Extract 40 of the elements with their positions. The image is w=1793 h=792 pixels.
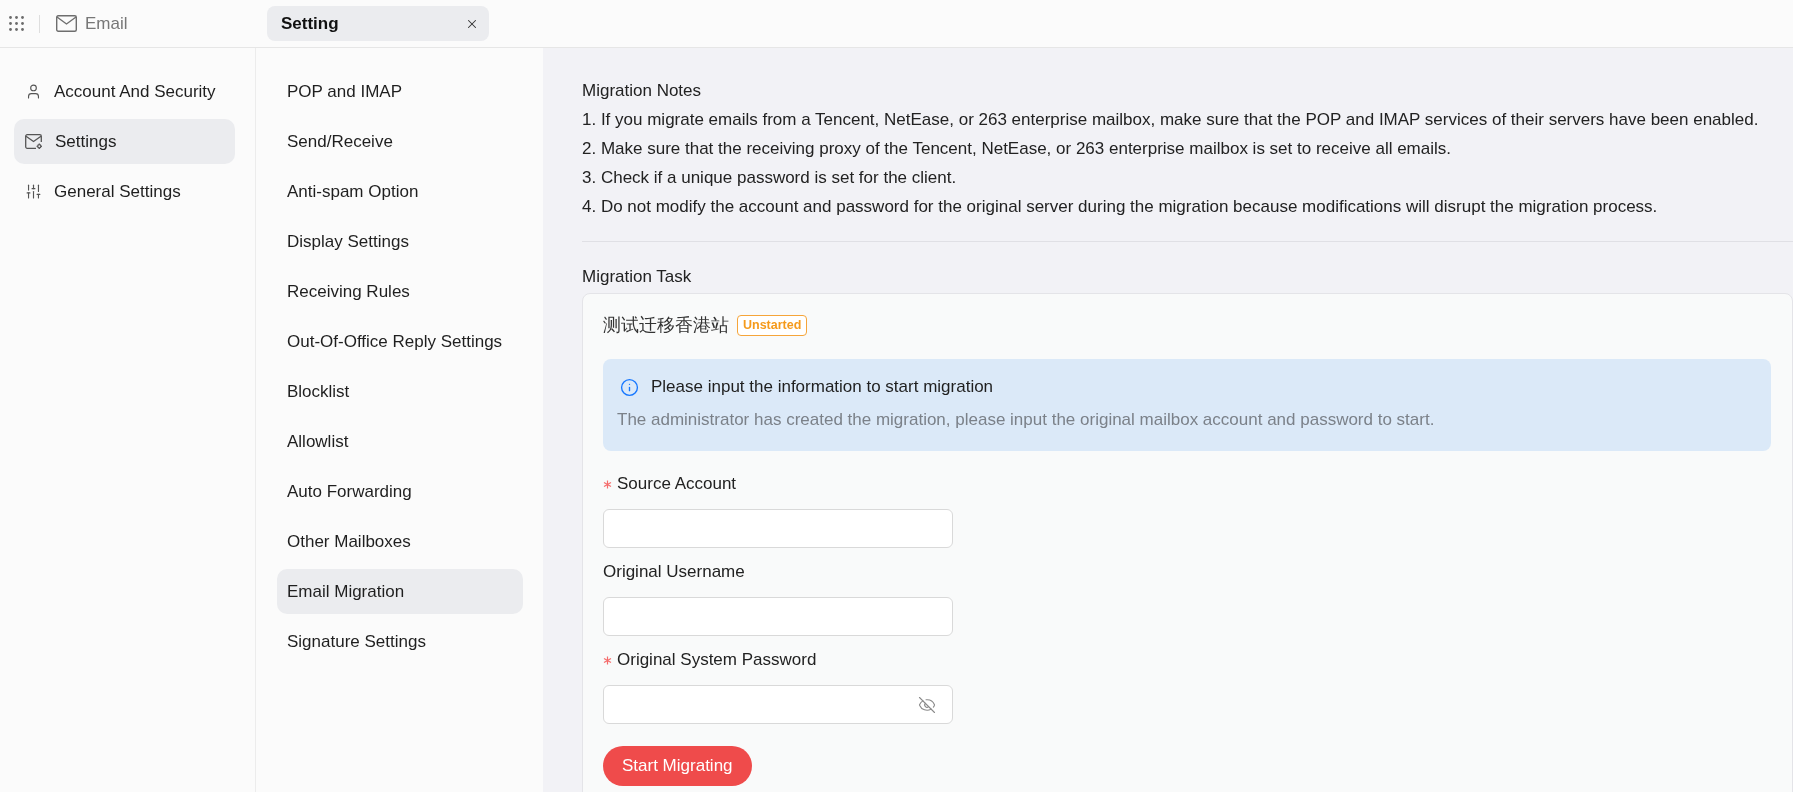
task-section-title: Migration Task (582, 266, 693, 288)
nav-item[interactable]: Account And Security (14, 69, 235, 114)
field-label: Original Username (603, 561, 745, 583)
alert-title: Please input the information to start migration (651, 376, 994, 398)
nav-item[interactable]: Settings (14, 119, 235, 164)
settings-menu-item[interactable]: Signature Settings (277, 619, 523, 664)
sliders-icon (25, 183, 42, 200)
user-icon (25, 83, 42, 100)
mail-gear-icon (25, 133, 43, 150)
mail-icon (56, 15, 77, 32)
notes-title: Migration Notes (582, 80, 703, 102)
eye-off-icon[interactable] (918, 695, 936, 714)
settings-menu-item[interactable]: Other Mailboxes (277, 519, 523, 564)
settings-menu-item[interactable]: Out-Of-Office Reply Settings (277, 319, 523, 364)
note-item: 3. Check if a unique password is set for the client. (582, 167, 958, 189)
settings-menu-item[interactable]: Send/Receive (277, 119, 523, 164)
note-item: 4. Do not modify the account and password for the original server during the migration because modifications will disrupt the migration process. (582, 196, 1659, 218)
alert-description: The administrator has created the migration, please input the original mailbox account and password to start. (617, 409, 1436, 431)
start-migrating-button[interactable]: Start Migrating (603, 746, 752, 786)
settings-menu-item[interactable]: POP and IMAP (277, 69, 523, 114)
settings-menu-item[interactable]: Blocklist (277, 369, 523, 414)
task-name: 测试迁移香港站 (603, 314, 729, 336)
app-title: Email (85, 12, 128, 35)
status-badge: Unstarted (737, 314, 808, 336)
settings-menu-item[interactable]: Receiving Rules (277, 269, 523, 314)
nav-item[interactable]: General Settings (14, 169, 235, 214)
field-label: Source Account (617, 473, 737, 495)
settings-menu-item[interactable]: Email Migration (277, 569, 523, 614)
password-field[interactable] (603, 685, 953, 724)
settings-menu-item[interactable]: Auto Forwarding (277, 469, 523, 514)
settings-menu-item[interactable]: Allowlist (277, 419, 523, 464)
settings-menu-item[interactable]: Display Settings (277, 219, 523, 264)
settings-menu-item[interactable]: Anti-spam Option (277, 169, 523, 214)
note-item: 2. Make sure that the receiving proxy of the Tencent, NetEase, or 263 enterprise mailbox is set to receive all emails. (582, 138, 1452, 160)
info-icon (620, 377, 639, 397)
field-label: Original System Password (617, 649, 817, 671)
username-field[interactable] (603, 597, 953, 636)
apps-grid-icon[interactable] (9, 16, 24, 31)
note-item: 1. If you migrate emails from a Tencent, NetEase, or 263 enterprise mailbox, make sure that the POP and IMAP services of their servers have been enabled. (582, 109, 1760, 131)
source-account-field[interactable] (603, 509, 953, 548)
